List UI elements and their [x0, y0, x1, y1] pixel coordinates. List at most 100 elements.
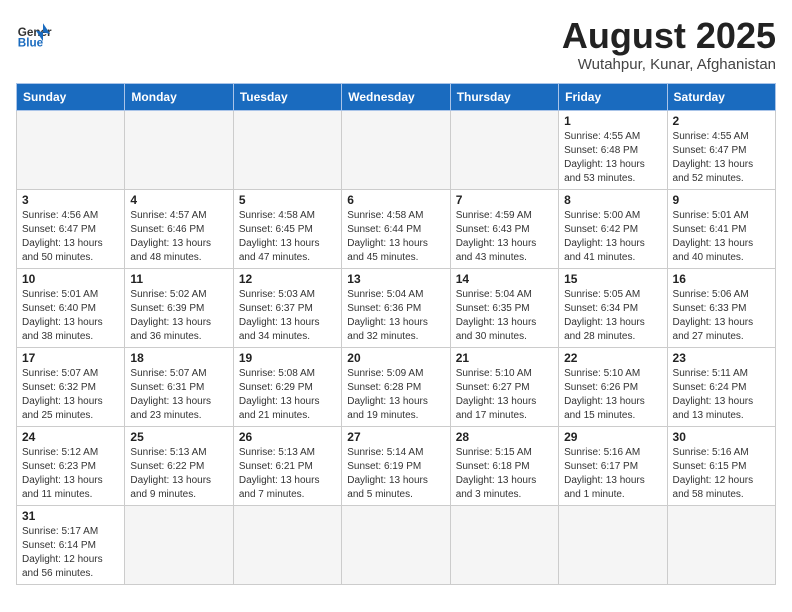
day-info: Sunrise: 5:16 AM Sunset: 6:17 PM Dayligh… — [564, 446, 661, 502]
day-number: 3 — [22, 193, 119, 207]
weekday-header-wednesday: Wednesday — [342, 83, 450, 110]
day-info: Sunrise: 5:13 AM Sunset: 6:21 PM Dayligh… — [239, 446, 336, 502]
day-info: Sunrise: 5:03 AM Sunset: 6:37 PM Dayligh… — [239, 288, 336, 344]
calendar-cell: 11Sunrise: 5:02 AM Sunset: 6:39 PM Dayli… — [125, 268, 233, 347]
calendar-cell: 9 Sunrise: 5:01 AM Sunset: 6:41 PM Daylig… — [667, 189, 775, 268]
title-area: August 2025 Wutahpur, Kunar, Afghanistan — [562, 16, 776, 73]
weekday-header-monday: Monday — [125, 83, 233, 110]
calendar-cell: 24 Sunrise: 5:12 AM Sunset: 6:23 PM Dayli… — [17, 426, 125, 505]
day-info: Sunrise: 4:57 AM Sunset: 6:46 PM Dayligh… — [130, 209, 227, 265]
logo: General Blue — [16, 16, 52, 52]
day-info: Sunrise: 5:13 AM Sunset: 6:22 PM Dayligh… — [130, 446, 227, 502]
calendar-cell: 8 Sunrise: 5:00 AM Sunset: 6:42 PM Daylig… — [559, 189, 667, 268]
weekday-header-tuesday: Tuesday — [233, 83, 341, 110]
calendar-cell: 29 Sunrise: 5:16 AM Sunset: 6:17 PM Dayli… — [559, 426, 667, 505]
day-info: Sunrise: 5:04 AM Sunset: 6:36 PM Dayligh… — [347, 288, 444, 344]
day-number: 9 — [673, 193, 770, 207]
calendar-cell — [125, 110, 233, 189]
svg-text:Blue: Blue — [18, 37, 44, 50]
day-info: Sunrise: 5:04 AM Sunset: 6:35 PM Dayligh… — [456, 288, 553, 344]
day-info: Sunrise: 5:16 AM Sunset: 6:15 PM Dayligh… — [673, 446, 770, 502]
day-info: Sunrise: 5:11 AM Sunset: 6:24 PM Dayligh… — [673, 367, 770, 423]
calendar-cell — [17, 110, 125, 189]
calendar-cell: 27 Sunrise: 5:14 AM Sunset: 6:19 PM Dayli… — [342, 426, 450, 505]
day-info: Sunrise: 4:55 AM Sunset: 6:48 PM Dayligh… — [564, 130, 661, 186]
day-info: Sunrise: 5:02 AM Sunset: 6:39 PM Dayligh… — [130, 288, 227, 344]
day-number: 31 — [22, 509, 119, 523]
day-number: 27 — [347, 430, 444, 444]
day-info: Sunrise: 4:58 AM Sunset: 6:45 PM Dayligh… — [239, 209, 336, 265]
day-info: Sunrise: 5:07 AM Sunset: 6:31 PM Dayligh… — [130, 367, 227, 423]
calendar-cell: 18 Sunrise: 5:07 AM Sunset: 6:31 PM Dayli… — [125, 347, 233, 426]
calendar-cell: 17 Sunrise: 5:07 AM Sunset: 6:32 PM Dayli… — [17, 347, 125, 426]
calendar-cell — [559, 505, 667, 584]
day-info: Sunrise: 5:08 AM Sunset: 6:29 PM Dayligh… — [239, 367, 336, 423]
day-number: 13 — [347, 272, 444, 286]
calendar-cell: 23 Sunrise: 5:11 AM Sunset: 6:24 PM Dayli… — [667, 347, 775, 426]
day-number: 22 — [564, 351, 661, 365]
calendar-cell — [342, 110, 450, 189]
day-number: 2 — [673, 114, 770, 128]
calendar-cell: 30 Sunrise: 5:16 AM Sunset: 6:15 PM Dayli… — [667, 426, 775, 505]
calendar-cell: 19 Sunrise: 5:08 AM Sunset: 6:29 PM Dayli… — [233, 347, 341, 426]
calendar-cell: 10Sunrise: 5:01 AM Sunset: 6:40 PM Dayli… — [17, 268, 125, 347]
day-number: 16 — [673, 272, 770, 286]
day-number: 23 — [673, 351, 770, 365]
calendar-cell: 13 Sunrise: 5:04 AM Sunset: 6:36 PM Dayli… — [342, 268, 450, 347]
day-number: 18 — [130, 351, 227, 365]
calendar-cell — [450, 110, 558, 189]
calendar-cell: 20 Sunrise: 5:09 AM Sunset: 6:28 PM Dayli… — [342, 347, 450, 426]
calendar-cell: 14Sunrise: 5:04 AM Sunset: 6:35 PM Dayli… — [450, 268, 558, 347]
day-info: Sunrise: 5:05 AM Sunset: 6:34 PM Dayligh… — [564, 288, 661, 344]
week-row-0: 1 Sunrise: 4:55 AM Sunset: 6:48 PM Daylig… — [17, 110, 776, 189]
weekday-header-thursday: Thursday — [450, 83, 558, 110]
calendar: SundayMondayTuesdayWednesdayThursdayFrid… — [16, 83, 776, 585]
day-number: 21 — [456, 351, 553, 365]
calendar-cell — [450, 505, 558, 584]
day-number: 29 — [564, 430, 661, 444]
calendar-cell: 1 Sunrise: 4:55 AM Sunset: 6:48 PM Daylig… — [559, 110, 667, 189]
day-number: 6 — [347, 193, 444, 207]
day-number: 1 — [564, 114, 661, 128]
calendar-cell: 21Sunrise: 5:10 AM Sunset: 6:27 PM Dayli… — [450, 347, 558, 426]
day-number: 5 — [239, 193, 336, 207]
day-number: 24 — [22, 430, 119, 444]
day-number: 30 — [673, 430, 770, 444]
calendar-cell: 15 Sunrise: 5:05 AM Sunset: 6:34 PM Dayli… — [559, 268, 667, 347]
calendar-cell — [667, 505, 775, 584]
day-number: 20 — [347, 351, 444, 365]
day-info: Sunrise: 5:14 AM Sunset: 6:19 PM Dayligh… — [347, 446, 444, 502]
calendar-cell: 26 Sunrise: 5:13 AM Sunset: 6:21 PM Dayli… — [233, 426, 341, 505]
day-info: Sunrise: 5:09 AM Sunset: 6:28 PM Dayligh… — [347, 367, 444, 423]
day-number: 26 — [239, 430, 336, 444]
calendar-cell: 6Sunrise: 4:58 AM Sunset: 6:44 PM Daylig… — [342, 189, 450, 268]
month-year: August 2025 — [562, 16, 776, 56]
day-info: Sunrise: 5:01 AM Sunset: 6:40 PM Dayligh… — [22, 288, 119, 344]
calendar-cell: 31Sunrise: 5:17 AM Sunset: 6:14 PM Dayli… — [17, 505, 125, 584]
calendar-cell: 4 Sunrise: 4:57 AM Sunset: 6:46 PM Daylig… — [125, 189, 233, 268]
day-info: Sunrise: 5:12 AM Sunset: 6:23 PM Dayligh… — [22, 446, 119, 502]
week-row-3: 17 Sunrise: 5:07 AM Sunset: 6:32 PM Dayli… — [17, 347, 776, 426]
day-number: 17 — [22, 351, 119, 365]
day-info: Sunrise: 5:00 AM Sunset: 6:42 PM Dayligh… — [564, 209, 661, 265]
day-number: 12 — [239, 272, 336, 286]
day-number: 4 — [130, 193, 227, 207]
calendar-cell — [125, 505, 233, 584]
day-info: Sunrise: 5:01 AM Sunset: 6:41 PM Dayligh… — [673, 209, 770, 265]
day-number: 19 — [239, 351, 336, 365]
calendar-cell — [233, 505, 341, 584]
day-number: 8 — [564, 193, 661, 207]
day-info: Sunrise: 4:59 AM Sunset: 6:43 PM Dayligh… — [456, 209, 553, 265]
weekday-header-saturday: Saturday — [667, 83, 775, 110]
weekday-header-row: SundayMondayTuesdayWednesdayThursdayFrid… — [17, 83, 776, 110]
day-number: 25 — [130, 430, 227, 444]
calendar-cell: 5 Sunrise: 4:58 AM Sunset: 6:45 PM Daylig… — [233, 189, 341, 268]
location: Wutahpur, Kunar, Afghanistan — [562, 56, 776, 73]
day-info: Sunrise: 5:10 AM Sunset: 6:26 PM Dayligh… — [564, 367, 661, 423]
header: General Blue August 2025 Wutahpur, Kunar… — [16, 16, 776, 73]
day-number: 15 — [564, 272, 661, 286]
calendar-cell: 12 Sunrise: 5:03 AM Sunset: 6:37 PM Dayli… — [233, 268, 341, 347]
weekday-header-sunday: Sunday — [17, 83, 125, 110]
day-info: Sunrise: 5:07 AM Sunset: 6:32 PM Dayligh… — [22, 367, 119, 423]
calendar-cell: 28Sunrise: 5:15 AM Sunset: 6:18 PM Dayli… — [450, 426, 558, 505]
